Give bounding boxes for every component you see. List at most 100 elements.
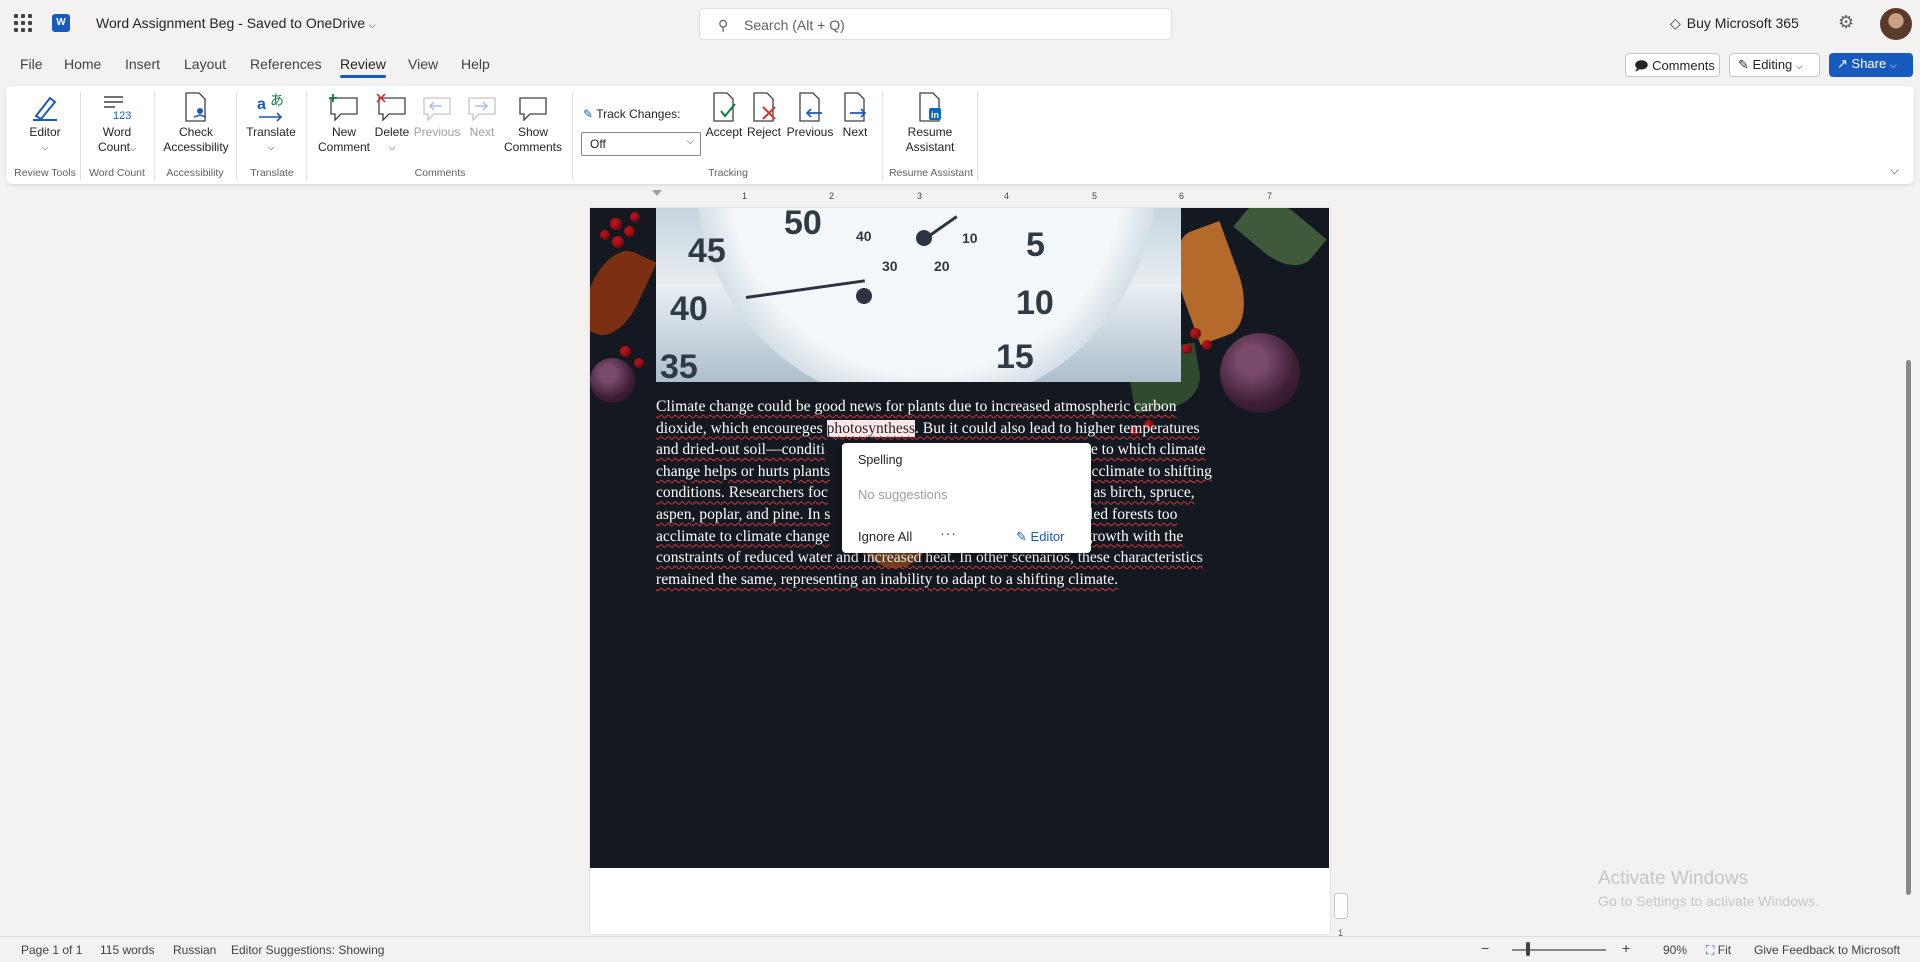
ruler-number: 3 xyxy=(917,191,923,201)
pencil-icon: ✎ xyxy=(1738,57,1749,72)
spelling-title: Spelling xyxy=(858,453,903,467)
chevron-down-icon: ⌵ xyxy=(267,143,275,152)
word-count-label-1: Word xyxy=(102,125,132,139)
tab-references[interactable]: References xyxy=(250,56,322,72)
fit-button[interactable]: ⛶ Fit xyxy=(1706,943,1731,958)
next-change-button[interactable]: Next xyxy=(836,90,874,140)
tab-file[interactable]: File xyxy=(20,56,43,72)
page-count[interactable]: Page 1 of 1 xyxy=(21,943,82,957)
document-title[interactable]: Word Assignment Beg - Saved to OneDrive … xyxy=(96,15,376,31)
berry-decoration xyxy=(1182,344,1192,354)
text-fragment: growth with the xyxy=(1084,527,1184,545)
reject-label: Reject xyxy=(746,125,781,139)
give-feedback-link[interactable]: Give Feedback to Microsoft xyxy=(1754,943,1900,957)
tab-home[interactable]: Home xyxy=(64,56,101,72)
word-count-icon: 123 xyxy=(92,90,142,124)
share-button[interactable]: ↗ Share ⌵ xyxy=(1829,53,1913,77)
previous-change-label: Previous xyxy=(786,125,834,139)
ribbon-divider xyxy=(882,92,883,180)
text-fragment: change helps or hurts plants xyxy=(656,462,831,480)
open-editor-button[interactable]: ✎ Editor xyxy=(1016,529,1065,545)
misspelled-word[interactable]: photosynthess xyxy=(826,419,915,437)
text-line: dioxide, which encoureges photosynthess.… xyxy=(656,418,1256,440)
zoom-out-button[interactable]: − xyxy=(1481,940,1489,956)
ribbon-divider xyxy=(236,92,237,180)
new-comment-button[interactable]: New Comment xyxy=(316,90,372,155)
reject-button[interactable]: Reject xyxy=(745,90,783,140)
word-count-button[interactable]: 123 Word Count⌵ xyxy=(92,90,142,156)
zoom-slider-thumb[interactable] xyxy=(1526,942,1530,956)
ribbon-divider xyxy=(80,92,81,180)
editor-pen-icon: ✎ xyxy=(1016,529,1027,544)
previous-comment-label: Previous xyxy=(413,125,461,139)
tab-help[interactable]: Help xyxy=(461,56,490,72)
dial-number: 35 xyxy=(660,348,698,382)
vertical-scrollbar[interactable] xyxy=(1906,360,1911,895)
translate-button[interactable]: aあ Translate ⌵ xyxy=(245,90,297,155)
dial-number: 40 xyxy=(856,228,872,244)
check-accessibility-button[interactable]: Check Accessibility xyxy=(161,90,231,155)
tab-insert[interactable]: Insert xyxy=(125,56,160,72)
svg-text:あ: あ xyxy=(270,93,284,109)
next-change-label: Next xyxy=(842,125,868,139)
gear-icon[interactable]: ⚙ xyxy=(1838,12,1854,33)
tab-review[interactable]: Review xyxy=(340,56,386,78)
share-icon: ↗ xyxy=(1837,56,1848,71)
tab-view[interactable]: View xyxy=(408,56,438,72)
buy-label: Buy Microsoft 365 xyxy=(1686,15,1799,31)
word-logo-icon[interactable]: W xyxy=(52,14,70,32)
show-comments-label-1: Show xyxy=(517,125,549,139)
track-changes-select[interactable]: Off ⌵ xyxy=(581,132,701,156)
svg-text:a: a xyxy=(257,96,266,113)
track-changes-label: ✎ Track Changes: xyxy=(583,107,680,121)
berry-decoration xyxy=(624,226,635,237)
zoom-in-button[interactable]: + xyxy=(1622,940,1630,956)
word-count-status[interactable]: 115 words xyxy=(100,943,154,957)
zoom-level[interactable]: 90% xyxy=(1663,943,1687,957)
translate-label: Translate xyxy=(246,125,296,139)
page-navigation-handle[interactable] xyxy=(1334,893,1348,919)
dial-number: 40 xyxy=(670,290,708,328)
editor-suggestions-status[interactable]: Editor Suggestions: Showing xyxy=(231,943,384,957)
show-comments-button[interactable]: Show Comments xyxy=(500,90,566,155)
accessibility-icon xyxy=(161,90,231,124)
search-input[interactable]: ⚲ Search (Alt + Q) xyxy=(699,8,1172,40)
ignore-all-button[interactable]: Ignore All xyxy=(858,529,912,544)
previous-change-button[interactable]: Previous xyxy=(786,90,834,140)
check-label-2: Accessibility xyxy=(163,140,229,154)
app-launcher-icon[interactable] xyxy=(14,14,32,32)
text-fragment: acclimate to climate change xyxy=(656,527,830,545)
collapse-ribbon-icon[interactable]: ⌵ xyxy=(1890,163,1899,178)
buy-microsoft-365-button[interactable]: ◇ Buy Microsoft 365 xyxy=(1670,15,1799,32)
previous-comment-icon xyxy=(413,90,461,124)
tab-layout[interactable]: Layout xyxy=(184,56,226,72)
previous-comment-button[interactable]: Previous xyxy=(413,90,461,140)
comment-icon: 🗩 xyxy=(1634,58,1649,73)
accept-button[interactable]: Accept xyxy=(704,90,744,140)
editor-link-label: Editor xyxy=(1030,529,1065,544)
delete-comment-button[interactable]: Delete ⌵ xyxy=(372,90,412,155)
comments-label: Comments xyxy=(1652,58,1715,73)
editing-mode-button[interactable]: ✎ Editing ⌵ xyxy=(1729,53,1820,77)
dial-number: 10 xyxy=(962,230,978,246)
language-status[interactable]: Russian xyxy=(173,943,216,957)
indent-marker-icon[interactable] xyxy=(652,190,662,204)
more-options-button[interactable]: ··· xyxy=(940,525,957,541)
ruler-number: 4 xyxy=(1004,191,1010,201)
comments-button[interactable]: 🗩 Comments xyxy=(1625,53,1720,77)
editor-button[interactable]: Editor ⌵ xyxy=(22,90,68,155)
new-comment-label-2: Comment xyxy=(317,140,370,154)
avatar[interactable] xyxy=(1880,8,1912,40)
group-word-count: Word Count xyxy=(89,167,145,179)
resume-assistant-button[interactable]: in Resume Assistant xyxy=(898,90,962,155)
delete-comment-icon xyxy=(372,90,412,124)
chevron-down-icon: ⌵ xyxy=(388,143,396,152)
stopwatch-image[interactable]: 50 45 40 35 5 10 15 40 30 20 10 xyxy=(656,208,1181,382)
editor-label: Editor xyxy=(29,125,61,139)
dial-number: 50 xyxy=(784,208,822,242)
resume-assistant-icon: in xyxy=(898,90,962,124)
show-comments-icon xyxy=(500,90,566,124)
next-comment-button[interactable]: Next xyxy=(463,90,501,140)
resume-label-1: Resume xyxy=(907,125,953,139)
track-changes-value: Off xyxy=(590,137,606,151)
